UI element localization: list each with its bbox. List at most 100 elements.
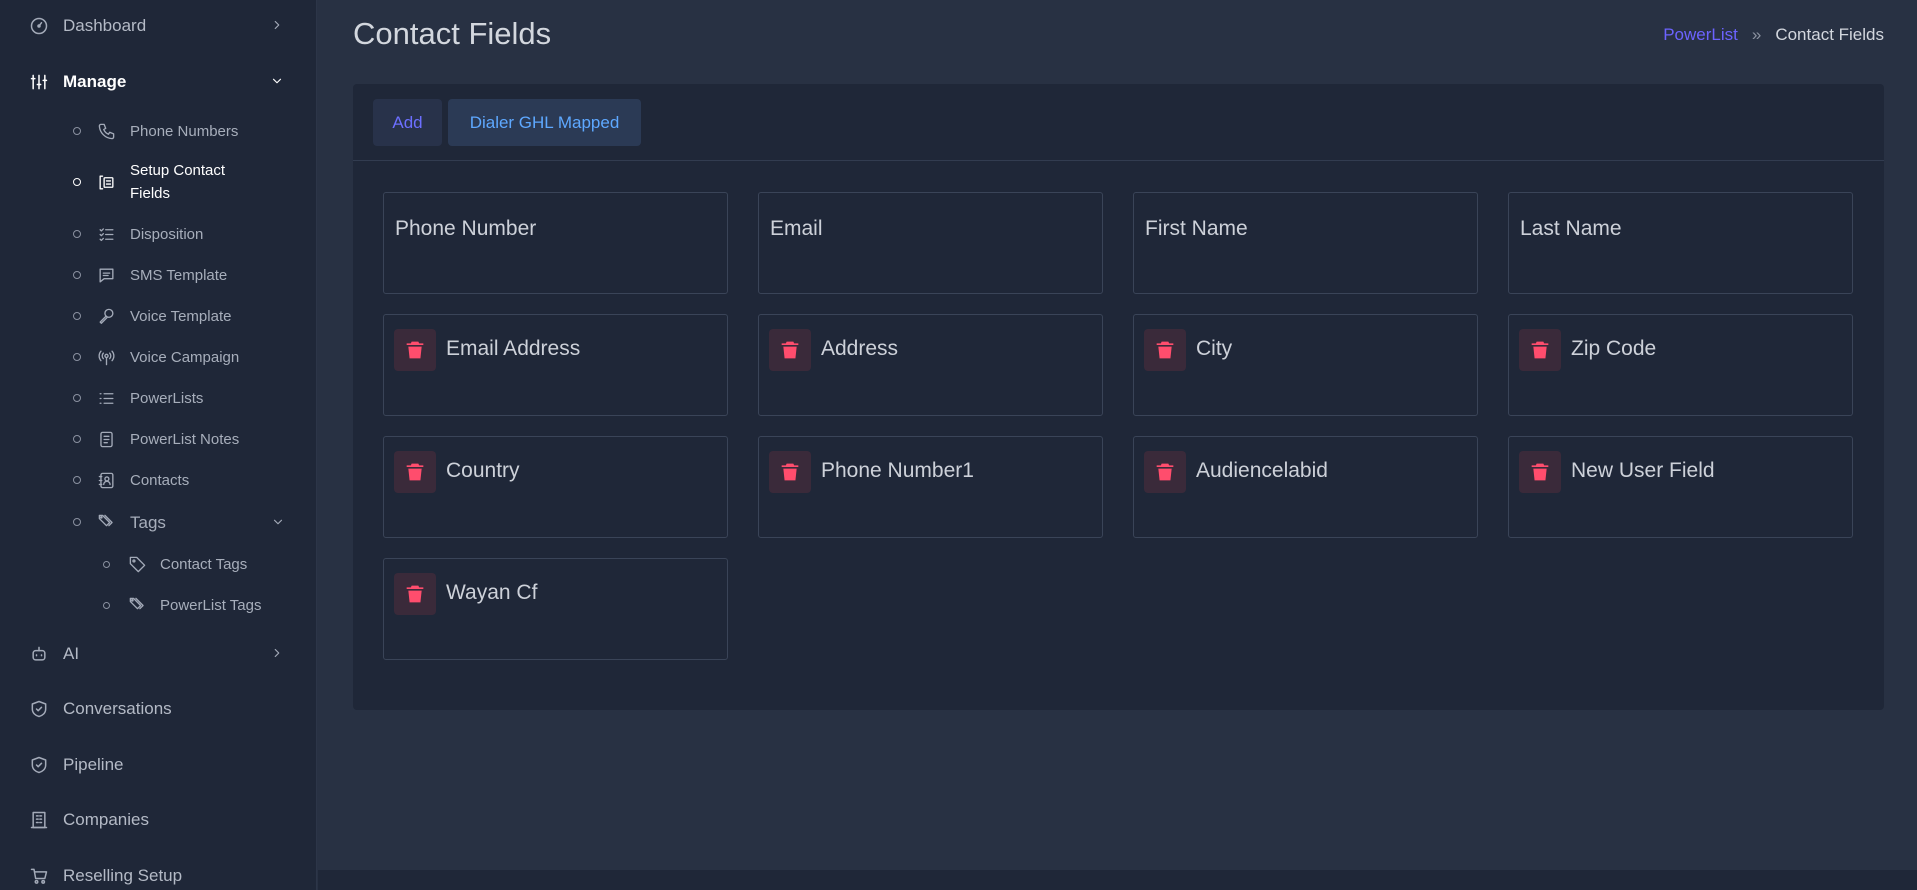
page-title: Contact Fields [353, 16, 552, 51]
chevron-right-icon [270, 18, 286, 34]
shield-check-icon [28, 698, 50, 720]
bullet-icon [73, 312, 81, 320]
tags-icon [127, 595, 147, 615]
sidebar-item-label: Disposition [130, 225, 204, 243]
sidebar-item-voice-template[interactable]: Voice Template [0, 298, 316, 334]
trash-icon [406, 463, 424, 481]
sidebar-item-label: Contacts [130, 471, 190, 489]
field-label: First Name [1145, 217, 1248, 240]
sidebar-item-setup-contact-fields[interactable]: Setup Contact Fields [0, 159, 316, 205]
chevron-down-icon [270, 74, 286, 90]
delete-button[interactable] [394, 573, 436, 615]
delete-button[interactable] [1519, 451, 1561, 493]
sidebar-item-contact-tags[interactable]: Contact Tags [0, 546, 316, 582]
delete-button[interactable] [394, 451, 436, 493]
bullet-icon [73, 476, 81, 484]
bullet-icon [103, 601, 110, 609]
field-label: Phone Number1 [821, 459, 974, 482]
delete-button[interactable] [394, 329, 436, 371]
trash-icon [1156, 463, 1174, 481]
dialer-ghl-mapped-button[interactable]: Dialer GHL Mapped [448, 99, 641, 146]
robot-icon [28, 643, 50, 665]
sidebar-item-label: Setup Contact Fields [130, 162, 226, 202]
field-card: New User Field [1508, 436, 1853, 538]
bullet-icon [73, 271, 81, 279]
sidebar-item-phone-numbers[interactable]: Phone Numbers [0, 113, 316, 149]
contact-fields-panel: Add Dialer GHL Mapped Phone Number Email… [353, 84, 1884, 710]
gauge-icon [28, 15, 50, 37]
sidebar-item-ai[interactable]: AI [0, 634, 316, 674]
field-card: Address [758, 314, 1103, 416]
list-icon [96, 388, 116, 408]
sidebar-item-manage[interactable]: Manage [0, 62, 316, 102]
field-card: Email [758, 192, 1103, 294]
sidebar-item-label: PowerList Notes [130, 430, 240, 448]
building-icon [28, 809, 50, 831]
sidebar-item-label: Pipeline [63, 755, 124, 774]
sidebar-item-contacts[interactable]: Contacts [0, 462, 316, 498]
sidebar-item-tags[interactable]: Tags [0, 504, 316, 540]
bullet-icon [73, 435, 81, 443]
message-square-icon [96, 265, 116, 285]
delete-button[interactable] [769, 451, 811, 493]
breadcrumb-link-powerlist[interactable]: PowerList [1663, 25, 1738, 45]
sidebar-item-voice-campaign[interactable]: Voice Campaign [0, 339, 316, 375]
sidebar-item-companies[interactable]: Companies [0, 800, 316, 840]
sidebar-item-conversations[interactable]: Conversations [0, 689, 316, 729]
delete-button[interactable] [769, 329, 811, 371]
sidebar-item-label: Phone Numbers [130, 122, 239, 140]
sidebar-item-label: PowerLists [130, 389, 204, 407]
sliders-icon [28, 71, 50, 93]
bullet-icon [73, 518, 81, 526]
trash-icon [781, 341, 799, 359]
sidebar-item-powerlists[interactable]: PowerLists [0, 380, 316, 416]
field-label: Wayan Cf [446, 581, 538, 604]
sidebar-item-label: PowerList Tags [160, 596, 262, 614]
sidebar-item-label: Voice Template [130, 307, 232, 325]
trash-icon [406, 585, 424, 603]
bullet-icon [103, 560, 110, 568]
sidebar-item-disposition[interactable]: Disposition [0, 216, 316, 252]
delete-button[interactable] [1519, 329, 1561, 371]
sidebar-item-powerlist-tags[interactable]: PowerList Tags [0, 587, 316, 623]
sidebar-item-dashboard[interactable]: Dashboard [0, 6, 316, 46]
field-card: Phone Number [383, 192, 728, 294]
contact-form-icon [96, 172, 116, 192]
notes-icon [96, 429, 116, 449]
sidebar-item-label: Contact Tags [160, 555, 248, 573]
sidebar-item-sms-template[interactable]: SMS Template [0, 257, 316, 293]
footer-bar [318, 870, 1917, 890]
tags-icon [96, 512, 116, 532]
add-button[interactable]: Add [373, 99, 442, 146]
field-card: Country [383, 436, 728, 538]
sidebar-item-label: Conversations [63, 699, 172, 718]
sidebar-item-powerlist-notes[interactable]: PowerList Notes [0, 421, 316, 457]
sidebar-item-reselling-setup[interactable]: Reselling Setup [0, 856, 316, 890]
field-card: Phone Number1 [758, 436, 1103, 538]
trash-icon [1531, 463, 1549, 481]
field-card: City [1133, 314, 1478, 416]
delete-button[interactable] [1144, 329, 1186, 371]
sidebar-item-label: Manage [63, 72, 127, 91]
checklist-icon [96, 224, 116, 244]
field-card: Audiencelabid [1133, 436, 1478, 538]
sidebar-item-label: Reselling Setup [63, 866, 183, 885]
field-card: Last Name [1508, 192, 1853, 294]
microphone-icon [96, 306, 116, 326]
field-label: Zip Code [1571, 337, 1657, 360]
shield-check-icon [28, 754, 50, 776]
field-label: Phone Number [395, 217, 537, 240]
broadcast-icon [96, 347, 116, 367]
delete-button[interactable] [1144, 451, 1186, 493]
phone-icon [96, 121, 116, 141]
field-label: Email Address [446, 337, 581, 360]
bullet-icon [73, 353, 81, 361]
bullet-icon [73, 127, 81, 135]
sidebar-item-label: Tags [130, 512, 166, 532]
sidebar-item-pipeline[interactable]: Pipeline [0, 745, 316, 785]
trash-icon [1156, 341, 1174, 359]
bullet-icon [73, 230, 81, 238]
field-label: Last Name [1520, 217, 1622, 240]
field-card: Email Address [383, 314, 728, 416]
bullet-icon [73, 394, 81, 402]
